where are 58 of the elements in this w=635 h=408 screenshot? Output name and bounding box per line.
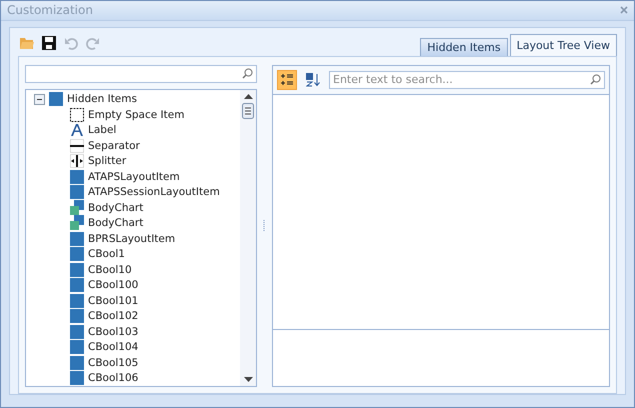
chart-item-icon: [70, 200, 84, 216]
scroll-thumb[interactable]: [242, 102, 254, 118]
layout-item-icon: [70, 170, 84, 184]
layout-item-icon: [70, 340, 84, 354]
tree-item[interactable]: BPRSLayoutItem: [88, 232, 176, 245]
layout-item-icon: [70, 371, 84, 386]
tree-item[interactable]: CBool1: [88, 248, 125, 260]
separator-icon: [70, 138, 84, 153]
search-icon: [242, 68, 253, 78]
scroll-down-icon[interactable]: [244, 377, 252, 382]
tree-item[interactable]: CBool105: [88, 356, 138, 369]
search-field[interactable]: Enter text to search...: [329, 70, 605, 88]
scrollbar[interactable]: [240, 90, 256, 386]
chart-item-icon: [70, 215, 84, 232]
tree-item[interactable]: CBool100: [88, 279, 138, 292]
tree-item[interactable]: BodyChart: [88, 202, 144, 214]
empty-space-icon: [70, 108, 84, 122]
scroll-up-icon[interactable]: [244, 94, 252, 98]
expand-list-icon: [280, 72, 294, 86]
sort-icon: [306, 72, 320, 86]
tree-item[interactable]: Splitter: [88, 155, 126, 168]
layout-item-icon: [70, 232, 84, 246]
layout-item-icon: [70, 185, 84, 200]
tab[interactable]: Layout Tree View: [510, 34, 617, 56]
tree-item[interactable]: CBool103: [88, 326, 138, 338]
tree-item[interactable]: CBool106: [88, 372, 138, 384]
tree-item[interactable]: CBool104: [88, 341, 138, 354]
layout-item-icon: [49, 92, 63, 106]
tree-item[interactable]: CBool10: [88, 264, 132, 276]
layout-item-icon: [70, 278, 84, 292]
search-icon: [590, 74, 601, 84]
tree-item[interactable]: CBool101: [88, 294, 138, 307]
tree-item[interactable]: Separator: [88, 140, 140, 152]
layout-item-icon: [70, 262, 84, 277]
layout-item-icon: [70, 356, 84, 370]
splitter-grip-icon[interactable]: [263, 218, 266, 233]
tab[interactable]: Hidden Items: [420, 38, 508, 56]
collapse-icon[interactable]: [34, 94, 45, 105]
tree-item[interactable]: CBool102: [88, 310, 138, 322]
folder-icon: [19, 36, 35, 50]
splitter-icon: [70, 154, 84, 168]
tree-item[interactable]: Label: [88, 124, 116, 136]
save-button[interactable]: [40, 34, 58, 52]
letter-icon: [70, 123, 84, 138]
tree-item[interactable]: ATAPSSessionLayoutItem: [88, 186, 220, 198]
layout-item-icon: [70, 294, 84, 308]
tree-item[interactable]: Hidden Items: [67, 93, 137, 106]
tree-item[interactable]: ATAPSLayoutItem: [88, 170, 180, 183]
search-field[interactable]: [25, 64, 257, 82]
expand-all-button[interactable]: [277, 70, 297, 90]
undo-icon: [64, 36, 78, 50]
tree-item[interactable]: BodyChart: [88, 217, 144, 230]
layout-item-icon: [70, 324, 84, 339]
window-title: Customization: [7, 3, 93, 18]
tree-item[interactable]: Empty Space Item: [88, 108, 184, 121]
layout-item-icon: [70, 309, 84, 324]
redo-icon: [86, 36, 100, 50]
layout-item-icon: [70, 247, 84, 262]
